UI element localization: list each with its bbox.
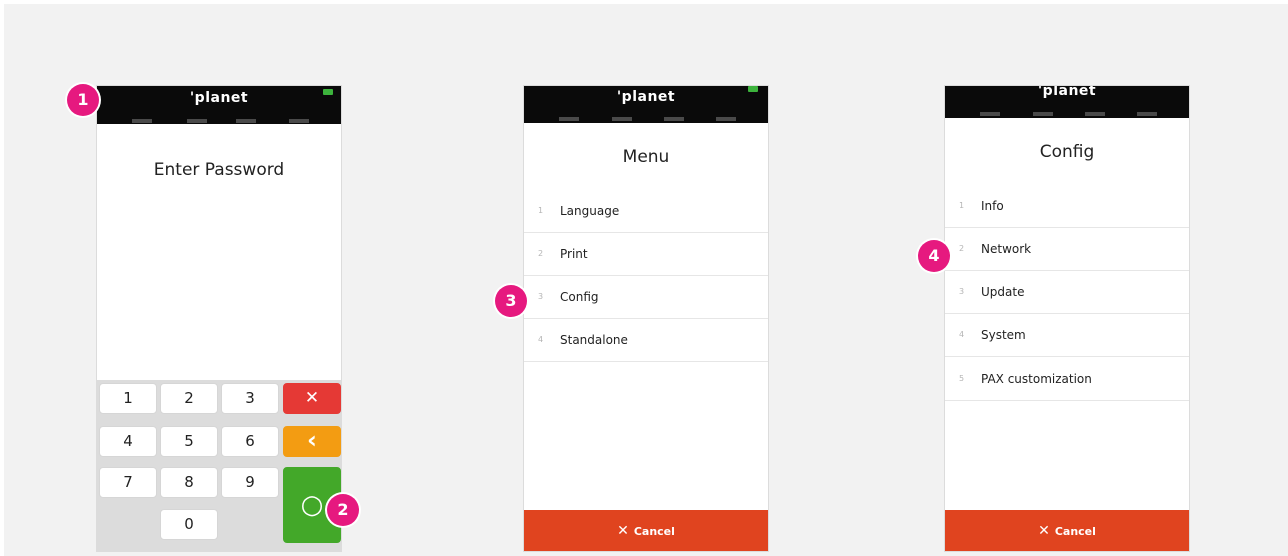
- menu-item-number: 2: [538, 249, 544, 258]
- status-tick: [1085, 112, 1105, 116]
- screen-header: 'planet: [524, 86, 768, 123]
- status-tick: [1137, 112, 1157, 116]
- backspace-key[interactable]: ‹: [283, 426, 341, 457]
- menu-item-print[interactable]: 2 Print: [524, 233, 768, 276]
- step-badge-2: 2: [327, 494, 359, 526]
- step-badge-4: 4: [918, 240, 950, 272]
- key-9[interactable]: 9: [221, 467, 279, 498]
- menu-item-number: 4: [538, 335, 544, 344]
- menu-item-label: Info: [981, 199, 1004, 213]
- planet-logo: 'planet: [616, 89, 676, 105]
- menu-item-number: 4: [959, 330, 965, 339]
- password-screen: 'planet Enter Password 1 2 3 ✕ 4 5 6 ‹ 7…: [96, 85, 342, 552]
- key-2[interactable]: 2: [160, 383, 218, 414]
- status-tick: [187, 119, 207, 123]
- key-4[interactable]: 4: [99, 426, 157, 457]
- battery-icon: [323, 89, 333, 95]
- key-3[interactable]: 3: [221, 383, 279, 414]
- step-badge-1: 1: [67, 84, 99, 116]
- key-6[interactable]: 6: [221, 426, 279, 457]
- step-badge-3: 3: [495, 285, 527, 317]
- menu-screen: 'planet Menu 1 Language 2 Print 3 Config…: [523, 85, 769, 552]
- key-0[interactable]: 0: [160, 509, 218, 540]
- menu-item-number: 5: [959, 374, 965, 383]
- battery-icon: [748, 86, 758, 92]
- config-item-system[interactable]: 4 System: [945, 314, 1189, 357]
- menu-item-label: System: [981, 328, 1026, 342]
- config-screen: 'planet Config 1 Info 2 Network 3 Update…: [944, 85, 1190, 552]
- close-icon: ✕: [1038, 523, 1050, 539]
- status-tick: [716, 117, 736, 121]
- status-tick: [236, 119, 256, 123]
- status-tick: [289, 119, 309, 123]
- config-item-network[interactable]: 2 Network: [945, 228, 1189, 271]
- cancel-button[interactable]: ✕ Cancel: [945, 510, 1189, 551]
- menu-item-label: Config: [560, 290, 599, 304]
- key-7[interactable]: 7: [99, 467, 157, 498]
- status-tick: [664, 117, 684, 121]
- menu-item-label: Standalone: [560, 333, 628, 347]
- key-8[interactable]: 8: [160, 467, 218, 498]
- menu-item-language[interactable]: 1 Language: [524, 190, 768, 233]
- close-icon: ✕: [617, 523, 629, 539]
- page-title: Enter Password: [153, 160, 285, 180]
- page-title: Menu: [622, 147, 670, 167]
- status-tick: [1033, 112, 1053, 116]
- menu-item-label: Language: [560, 204, 620, 218]
- menu-item-number: 1: [538, 206, 544, 215]
- status-tick: [559, 117, 579, 121]
- menu-item-label: Print: [560, 247, 588, 261]
- status-tick: [132, 119, 152, 123]
- menu-item-label: Update: [981, 285, 1025, 299]
- cancel-label: Cancel: [633, 525, 675, 538]
- screen-header: 'planet: [945, 86, 1189, 118]
- cancel-label: Cancel: [1054, 525, 1096, 538]
- config-item-pax-customization[interactable]: 5 PAX customization: [945, 358, 1189, 401]
- config-item-info[interactable]: 1 Info: [945, 185, 1189, 228]
- menu-item-number: 2: [959, 244, 965, 253]
- menu-item-config[interactable]: 3 Config: [524, 276, 768, 319]
- key-5[interactable]: 5: [160, 426, 218, 457]
- menu-item-number: 1: [959, 201, 965, 210]
- planet-logo: 'planet: [1037, 85, 1097, 99]
- page-title: Config: [1039, 142, 1095, 162]
- menu-item-standalone[interactable]: 4 Standalone: [524, 319, 768, 362]
- menu-item-label: Network: [981, 242, 1032, 256]
- screen-header: 'planet: [97, 86, 341, 124]
- planet-logo: 'planet: [189, 90, 249, 106]
- menu-item-label: PAX customization: [981, 372, 1092, 386]
- config-item-update[interactable]: 3 Update: [945, 271, 1189, 314]
- clear-key[interactable]: ✕: [283, 383, 341, 414]
- status-tick: [980, 112, 1000, 116]
- key-1[interactable]: 1: [99, 383, 157, 414]
- status-tick: [612, 117, 632, 121]
- menu-item-number: 3: [959, 287, 965, 296]
- cancel-button[interactable]: ✕ Cancel: [524, 510, 768, 551]
- menu-item-number: 3: [538, 292, 544, 301]
